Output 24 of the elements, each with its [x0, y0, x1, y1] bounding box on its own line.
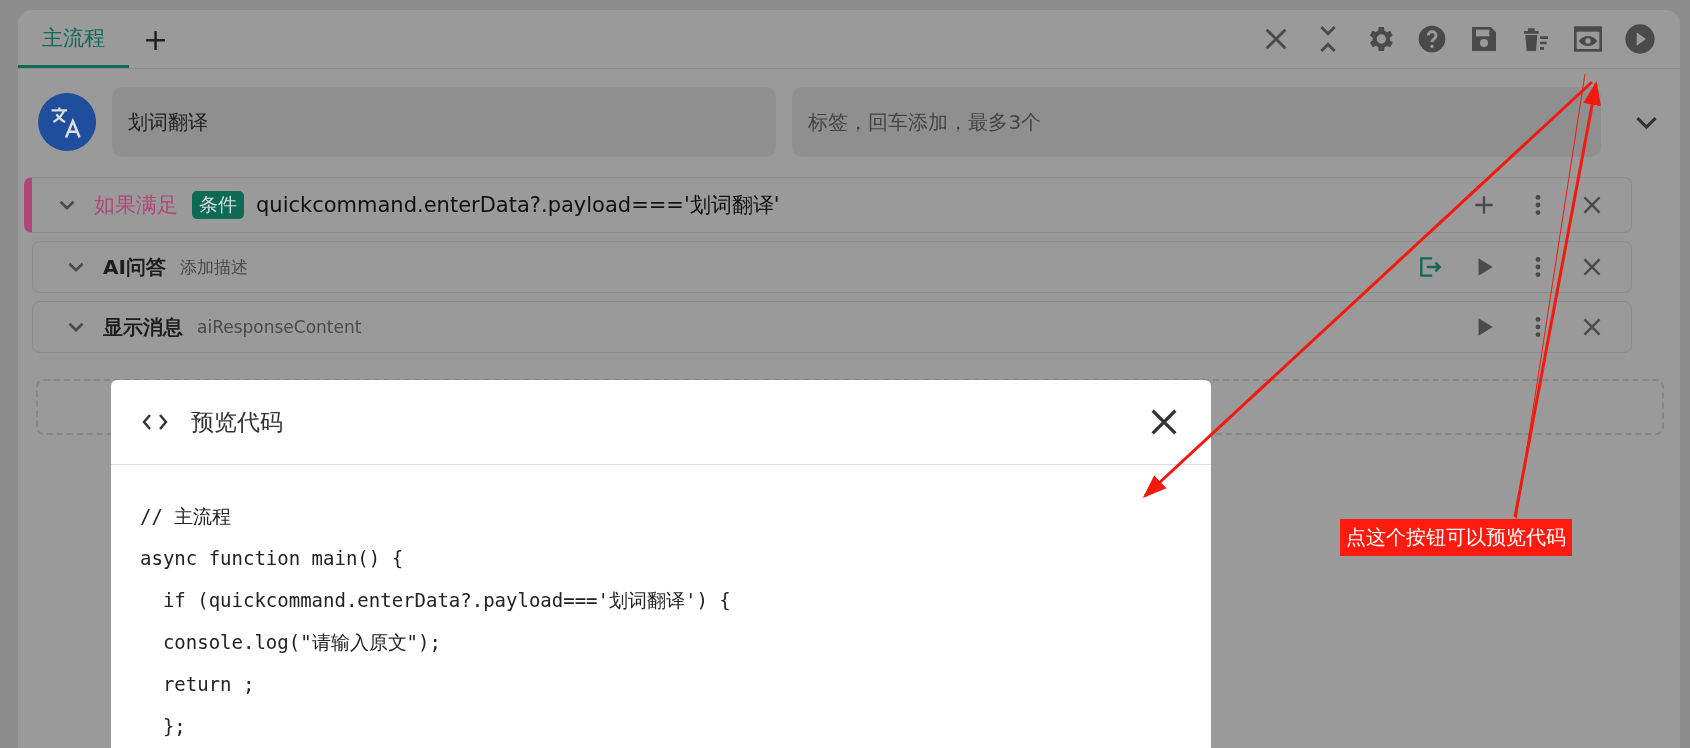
code-line: };: [161, 714, 187, 739]
dialog-title: 预览代码: [191, 407, 284, 437]
block-description: aiResponseContent: [197, 317, 362, 337]
condition-tag: 条件: [192, 191, 244, 219]
annotation-label: 点这个按钮可以预览代码: [1340, 519, 1572, 556]
code-line: async function main() {: [140, 546, 405, 571]
code-line: if (quickcommand.enterData?.payload==='划词翻译') {: [161, 588, 732, 613]
block-title: 如果满足: [94, 192, 178, 219]
output-icon[interactable]: [1417, 254, 1443, 280]
tags-field[interactable]: 标签，回车添加，最多3个: [792, 87, 1601, 157]
block-title: 显示消息: [103, 313, 183, 341]
play-icon[interactable]: [1624, 23, 1656, 55]
code-line: // 主流程: [140, 504, 233, 529]
name-field[interactable]: 划词翻译: [112, 87, 777, 157]
translate-icon: [38, 92, 97, 152]
code-line: console.log("请输入原文");: [161, 630, 442, 655]
help-icon[interactable]: [1416, 23, 1448, 55]
preview-icon[interactable]: [1572, 23, 1604, 55]
block-title: AI问答: [103, 253, 166, 281]
code-icon: [141, 412, 169, 432]
add-tab-button[interactable]: +: [129, 10, 183, 68]
description-placeholder[interactable]: 添加描述: [179, 255, 248, 279]
code-line: return ;: [161, 672, 256, 697]
condition-expression: quickcommand.enterData?.payload==='划词翻译': [256, 192, 780, 219]
